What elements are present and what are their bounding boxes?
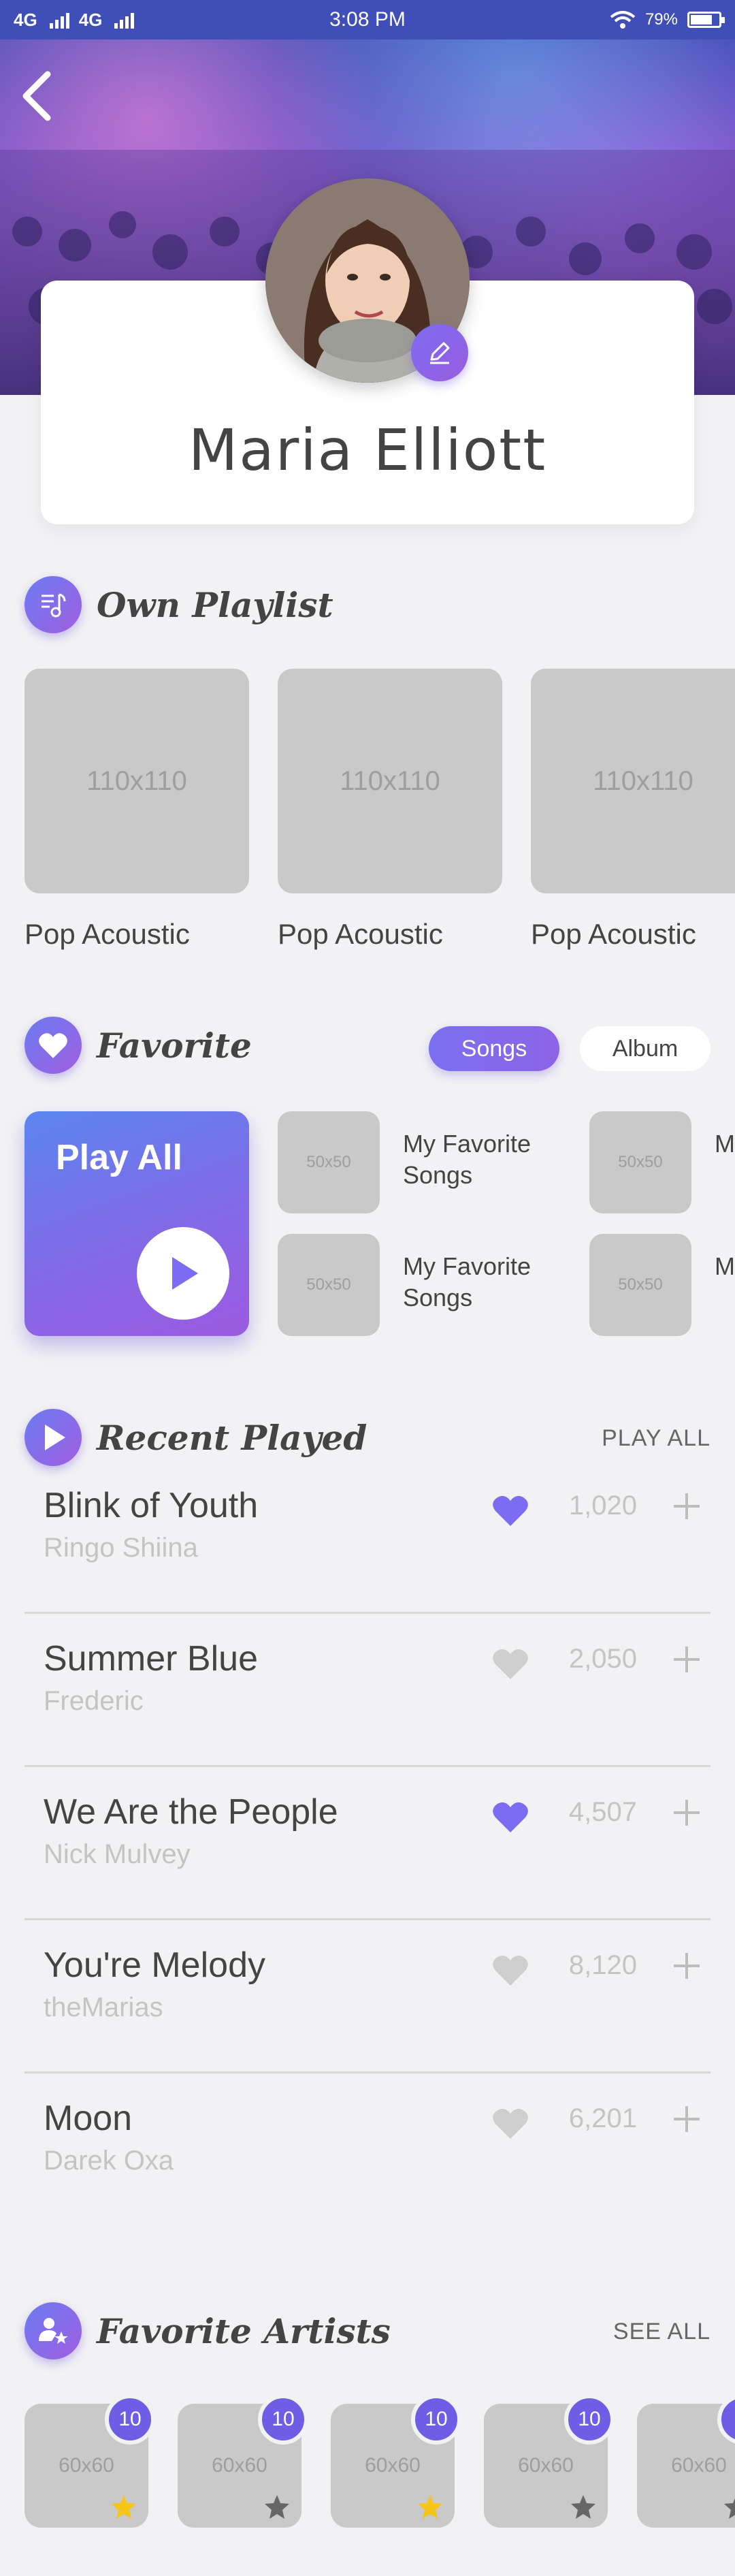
track-artist: Darek Oxa <box>44 2146 174 2176</box>
status-time: 3:08 PM <box>329 8 406 31</box>
play-count: 2,050 <box>568 1644 637 1674</box>
section-title: Own Playlist <box>97 584 333 625</box>
artist-item[interactable]: 60x60 <box>637 2394 735 2528</box>
playlist-cover[interactable]: 110x110 <box>24 669 249 893</box>
plus-icon[interactable] <box>671 1950 702 1982</box>
track-artist: Frederic <box>44 1686 144 1716</box>
heart-icon[interactable] <box>491 1493 529 1527</box>
artist-item[interactable]: 60x60 10 <box>178 2394 308 2528</box>
count-badge: 10 <box>411 2394 461 2445</box>
song-cover[interactable]: 50x50 <box>278 1111 380 1213</box>
favorite-artists-header: Favorite Artists <box>24 2302 391 2360</box>
star-icon[interactable] <box>263 2494 291 2521</box>
track-row[interactable]: We Are the People Nick Mulvey 4,507 <box>24 1767 710 1920</box>
song-cover[interactable]: 50x50 <box>278 1234 380 1336</box>
section-title: Favorite <box>97 1025 252 1066</box>
heart-icon[interactable] <box>491 1647 529 1681</box>
song-name[interactable]: My Favorite Songs <box>403 1128 553 1191</box>
favorite-header: Favorite <box>24 1016 252 1075</box>
section-title: Favorite Artists <box>97 2310 391 2351</box>
track-row[interactable]: Blink of Youth Ringo Shiina 1,020 <box>24 1461 710 1614</box>
play-all-label: Play All <box>56 1138 182 1177</box>
track-title: We Are the People <box>44 1792 338 1832</box>
track-artist: theMarias <box>44 1992 163 2022</box>
song-cover[interactable]: 50x50 <box>589 1111 691 1213</box>
track-title: Moon <box>44 2099 133 2138</box>
plus-icon[interactable] <box>671 1644 702 1675</box>
track-artist: Ringo Shiina <box>44 1533 198 1563</box>
artist-item[interactable]: 60x60 10 <box>331 2394 461 2528</box>
own-playlist-header: Own Playlist <box>24 575 333 634</box>
star-icon[interactable] <box>570 2494 597 2521</box>
track-artist: Nick Mulvey <box>44 1839 191 1869</box>
edit-avatar-button[interactable] <box>411 324 468 381</box>
playlist-name[interactable]: Pop Acoustic <box>24 918 190 951</box>
plus-icon[interactable] <box>671 1797 702 1828</box>
song-name[interactable]: My Favorite Songs <box>715 1251 735 1282</box>
track-title: You're Melody <box>44 1945 265 1985</box>
section-title: Recent Played <box>97 1417 368 1458</box>
tab-album[interactable]: Album <box>580 1026 710 1071</box>
play-count: 8,120 <box>568 1950 637 1980</box>
artist-item[interactable]: 60x60 10 <box>484 2394 615 2528</box>
battery-icon <box>687 12 725 28</box>
playlist-name[interactable]: Pop Acoustic <box>278 918 443 951</box>
plus-icon[interactable] <box>671 2103 702 2135</box>
chevron-left-icon <box>22 71 51 121</box>
playlist-name[interactable]: Pop Acoustic <box>531 918 696 951</box>
play-all-link[interactable]: PLAY ALL <box>602 1425 710 1452</box>
profile-name: Maria Elliott <box>188 417 547 483</box>
recent-played-header: Recent Played <box>24 1408 367 1467</box>
track-title: Summer Blue <box>44 1639 258 1679</box>
heart-icon[interactable] <box>491 2106 529 2140</box>
plus-icon[interactable] <box>671 1491 702 1522</box>
play-count: 4,507 <box>568 1797 637 1827</box>
user-star-icon <box>24 2302 82 2359</box>
play-icon <box>172 1257 198 1290</box>
play-icon <box>24 1409 82 1466</box>
playlist-cover[interactable]: 110x110 <box>278 669 502 893</box>
play-count: 6,201 <box>568 2103 637 2133</box>
star-icon[interactable] <box>416 2494 444 2521</box>
star-icon[interactable] <box>110 2494 137 2521</box>
count-badge: 10 <box>258 2394 308 2445</box>
playlist-cover[interactable]: 110x110 <box>531 669 735 893</box>
heart-icon[interactable] <box>491 1953 529 1987</box>
status-bar: 4G 4G 3:08 PM 79% <box>0 0 735 39</box>
count-badge: 10 <box>564 2394 615 2445</box>
track-row[interactable]: Moon Darek Oxa 6,201 <box>24 2073 710 2227</box>
music-list-icon <box>24 576 82 633</box>
heart-icon[interactable] <box>491 1800 529 1834</box>
artist-item[interactable]: 60x60 10 <box>24 2394 155 2528</box>
play-count: 1,020 <box>568 1491 637 1521</box>
heart-icon <box>24 1017 82 1074</box>
track-row[interactable]: Summer Blue Frederic 2,050 <box>24 1614 710 1767</box>
play-button[interactable] <box>137 1227 229 1320</box>
count-badge: 10 <box>105 2394 155 2445</box>
tab-songs[interactable]: Songs <box>429 1026 559 1071</box>
song-cover[interactable]: 50x50 <box>589 1234 691 1336</box>
song-name[interactable]: My Favorite Songs <box>715 1128 735 1160</box>
track-title: Blink of Youth <box>44 1486 259 1525</box>
song-name[interactable]: My Favorite Songs <box>403 1251 553 1314</box>
play-all-card[interactable]: Play All <box>24 1111 249 1336</box>
pencil-icon <box>430 342 450 364</box>
track-row[interactable]: You're Melody theMarias 8,120 <box>24 1920 710 2073</box>
star-icon[interactable] <box>723 2494 735 2521</box>
see-all-link[interactable]: SEE ALL <box>613 2319 710 2345</box>
back-button[interactable] <box>14 65 61 126</box>
